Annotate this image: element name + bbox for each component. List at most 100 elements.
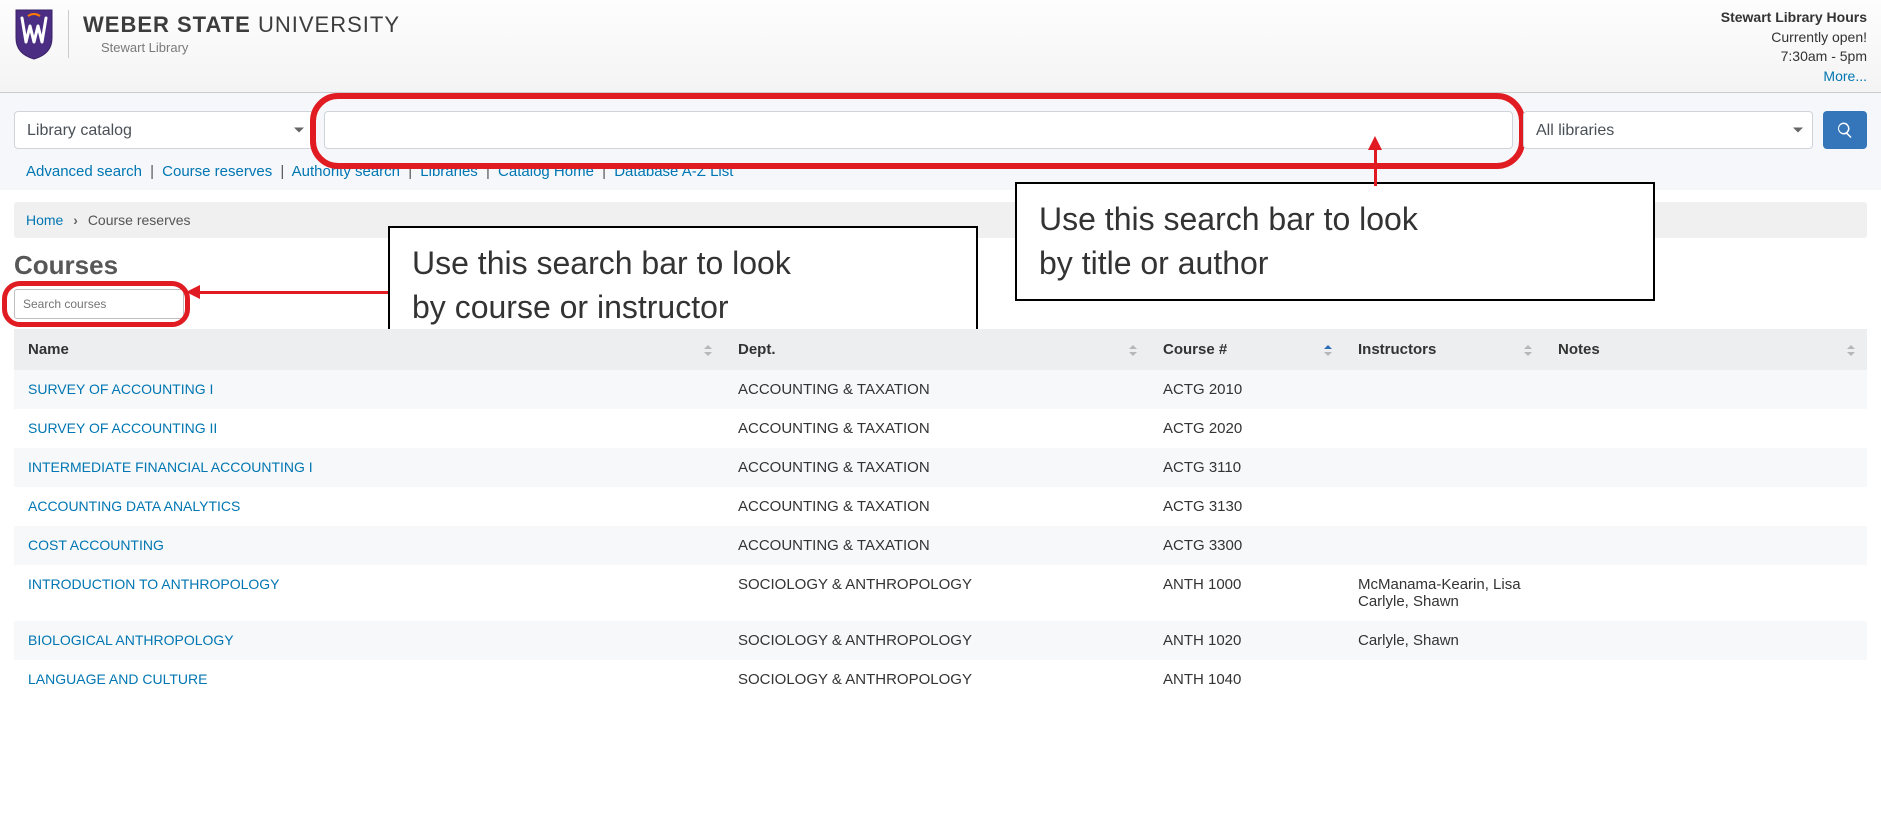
course-link[interactable]: SURVEY OF ACCOUNTING I [28, 381, 213, 397]
cell-course-number: ACTG 3130 [1149, 487, 1344, 526]
brand: WEBER STATE UNIVERSITY Stewart Library [14, 8, 400, 60]
course-link[interactable]: ACCOUNTING DATA ANALYTICS [28, 498, 240, 514]
annotation-callout-title: Use this search bar to look by title or … [1015, 182, 1655, 300]
cell-name: SURVEY OF ACCOUNTING II [14, 409, 724, 448]
search-button[interactable] [1823, 111, 1867, 149]
library-select-wrap: All libraries [1523, 111, 1813, 149]
cell-notes [1544, 621, 1867, 660]
cell-name: INTERMEDIATE FINANCIAL ACCOUNTING I [14, 448, 724, 487]
cell-dept: SOCIOLOGY & ANTHROPOLOGY [724, 565, 1149, 621]
annotation-arrow-line [198, 291, 388, 294]
course-link[interactable]: BIOLOGICAL ANTHROPOLOGY [28, 632, 234, 648]
hours-time: 7:30am - 5pm [1721, 47, 1867, 67]
cell-name: SURVEY OF ACCOUNTING I [14, 370, 724, 409]
cell-instructors [1344, 660, 1544, 699]
col-dept[interactable]: Dept. [724, 329, 1149, 370]
cell-dept: SOCIOLOGY & ANTHROPOLOGY [724, 621, 1149, 660]
cell-course-number: ANTH 1040 [1149, 660, 1344, 699]
hours-status: Currently open! [1721, 28, 1867, 48]
cell-dept: ACCOUNTING & TAXATION [724, 409, 1149, 448]
brand-separator [68, 10, 69, 58]
quick-links: Advanced search | Course reserves | Auth… [14, 163, 1867, 180]
link-libraries[interactable]: Libraries [420, 163, 478, 180]
cell-notes [1544, 487, 1867, 526]
annotation-arrow-head-left-icon [186, 285, 200, 299]
cell-instructors [1344, 370, 1544, 409]
cell-instructors [1344, 526, 1544, 565]
cell-dept: ACCOUNTING & TAXATION [724, 370, 1149, 409]
catalog-select-wrap: Library catalog [14, 111, 314, 149]
cell-notes [1544, 565, 1867, 621]
cell-name: BIOLOGICAL ANTHROPOLOGY [14, 621, 724, 660]
link-separator: | [602, 163, 606, 180]
courses-table: Name Dept. Course # Instructors Notes SU… [14, 329, 1867, 699]
link-database-list[interactable]: Database A-Z List [614, 163, 733, 180]
table-row: SURVEY OF ACCOUNTING I ACCOUNTING & TAXAT… [14, 370, 1867, 409]
cell-instructors: McManama-Kearin, Lisa Carlyle, Shawn [1344, 565, 1544, 621]
table-row: LANGUAGE AND CULTURESOCIOLOGY & ANTHROPO… [14, 660, 1867, 699]
table-row: COST ACCOUNTINGACCOUNTING & TAXATIONACTG… [14, 526, 1867, 565]
link-course-reserves[interactable]: Course reserves [162, 163, 272, 180]
col-notes[interactable]: Notes [1544, 329, 1867, 370]
course-link[interactable]: INTERMEDIATE FINANCIAL ACCOUNTING I [28, 459, 313, 475]
col-label: Course # [1163, 341, 1227, 358]
col-label: Name [28, 341, 69, 358]
link-separator: | [280, 163, 284, 180]
course-link[interactable]: SURVEY OF ACCOUNTING II [28, 420, 217, 436]
link-separator: | [150, 163, 154, 180]
brand-text: WEBER STATE UNIVERSITY Stewart Library [83, 12, 400, 56]
cell-name: LANGUAGE AND CULTURE [14, 660, 724, 699]
col-label: Notes [1558, 341, 1600, 358]
cell-course-number: ACTG 3300 [1149, 526, 1344, 565]
link-advanced-search[interactable]: Advanced search [26, 163, 142, 180]
col-course-number[interactable]: Course # [1149, 329, 1344, 370]
link-separator: | [486, 163, 490, 180]
main-search-wrap [324, 111, 1513, 149]
table-header-row: Name Dept. Course # Instructors Notes [14, 329, 1867, 370]
course-search-wrap [14, 289, 184, 319]
brand-bold: WEBER STATE [83, 12, 251, 37]
col-label: Dept. [738, 341, 776, 358]
search-area: Library catalog All libraries Advanced s… [0, 93, 1881, 190]
table-row: INTRODUCTION TO ANTHROPOLOGY SOCIOLOGY & … [14, 565, 1867, 621]
hours-title: Stewart Library Hours [1721, 8, 1867, 28]
cell-course-number: ANTH 1020 [1149, 621, 1344, 660]
table-row: INTERMEDIATE FINANCIAL ACCOUNTING IACCOU… [14, 448, 1867, 487]
brand-rest: UNIVERSITY [251, 12, 400, 37]
university-logo-icon [14, 8, 54, 60]
cell-course-number: ACTG 2020 [1149, 409, 1344, 448]
cell-notes [1544, 448, 1867, 487]
table-row: ACCOUNTING DATA ANALYTICS ACCOUNTING & TA… [14, 487, 1867, 526]
brand-sublabel: Stewart Library [101, 40, 400, 56]
page-header: WEBER STATE UNIVERSITY Stewart Library S… [0, 0, 1881, 93]
main-search-input[interactable] [324, 111, 1513, 149]
table-row: SURVEY OF ACCOUNTING II ACCOUNTING & TAXA… [14, 409, 1867, 448]
cell-instructors [1344, 487, 1544, 526]
course-link[interactable]: LANGUAGE AND CULTURE [28, 671, 207, 687]
search-row: Library catalog All libraries [14, 111, 1867, 149]
breadcrumb-current: Course reserves [88, 212, 191, 228]
course-link[interactable]: COST ACCOUNTING [28, 537, 164, 553]
cell-notes [1544, 370, 1867, 409]
breadcrumb-home[interactable]: Home [26, 212, 63, 228]
cell-name: COST ACCOUNTING [14, 526, 724, 565]
hours-more-link[interactable]: More... [1823, 68, 1867, 84]
table-row: BIOLOGICAL ANTHROPOLOGY SOCIOLOGY & ANTHR… [14, 621, 1867, 660]
content: Courses Use this search bar to look by c… [0, 238, 1881, 699]
chevron-right-icon: › [73, 212, 78, 228]
course-search-input[interactable] [14, 289, 184, 319]
col-label: Instructors [1358, 341, 1436, 358]
col-name[interactable]: Name [14, 329, 724, 370]
col-instructors[interactable]: Instructors [1344, 329, 1544, 370]
cell-instructors: Carlyle, Shawn [1344, 621, 1544, 660]
course-link[interactable]: INTRODUCTION TO ANTHROPOLOGY [28, 576, 280, 592]
brand-name: WEBER STATE UNIVERSITY [83, 12, 400, 38]
cell-dept: ACCOUNTING & TAXATION [724, 487, 1149, 526]
link-catalog-home[interactable]: Catalog Home [498, 163, 594, 180]
library-select[interactable]: All libraries [1523, 111, 1813, 149]
cell-course-number: ACTG 2010 [1149, 370, 1344, 409]
cell-course-number: ANTH 1000 [1149, 565, 1344, 621]
catalog-select[interactable]: Library catalog [14, 111, 314, 149]
link-authority-search[interactable]: Authority search [292, 163, 400, 180]
cell-name: INTRODUCTION TO ANTHROPOLOGY [14, 565, 724, 621]
